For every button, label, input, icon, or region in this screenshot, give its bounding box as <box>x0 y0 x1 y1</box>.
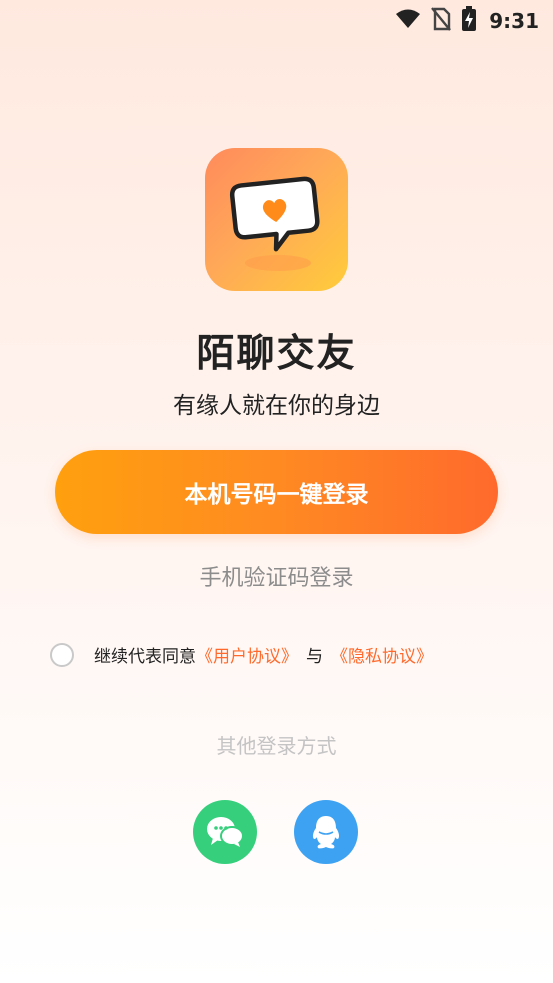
no-sim-icon <box>431 7 452 35</box>
other-login-title: 其他登录方式 <box>216 734 337 758</box>
agree-checkbox[interactable] <box>50 642 74 667</box>
app-name: 陌聊交友 <box>196 331 357 375</box>
wifi-icon <box>395 8 421 34</box>
one-key-login-button[interactable]: 本机号码一键登录 <box>55 450 498 534</box>
qq-icon <box>312 816 340 849</box>
wechat-login-button[interactable] <box>193 800 257 864</box>
status-icons: 9:31 <box>395 6 539 36</box>
agreement-row: 继续代表同意 《用户协议》 与 《隐私协议》 <box>50 642 433 667</box>
privacy-policy-link[interactable]: 《隐私协议》 <box>331 642 433 667</box>
chat-bubble-heart-icon <box>229 176 320 271</box>
agreement-conjunction: 与 <box>306 647 323 667</box>
app-logo <box>205 148 348 291</box>
wechat-icon <box>207 817 244 847</box>
status-bar: 9:31 <box>0 0 553 40</box>
battery-charging-icon <box>461 6 477 36</box>
app-slogan: 有缘人就在你的身边 <box>173 393 380 419</box>
sms-login-link[interactable]: 手机验证码登录 <box>0 560 553 592</box>
user-agreement-link[interactable]: 《用户协议》 <box>196 642 298 667</box>
qq-login-button[interactable] <box>294 800 358 864</box>
agreement-prefix: 继续代表同意 <box>94 647 196 667</box>
status-time: 9:31 <box>489 9 539 33</box>
